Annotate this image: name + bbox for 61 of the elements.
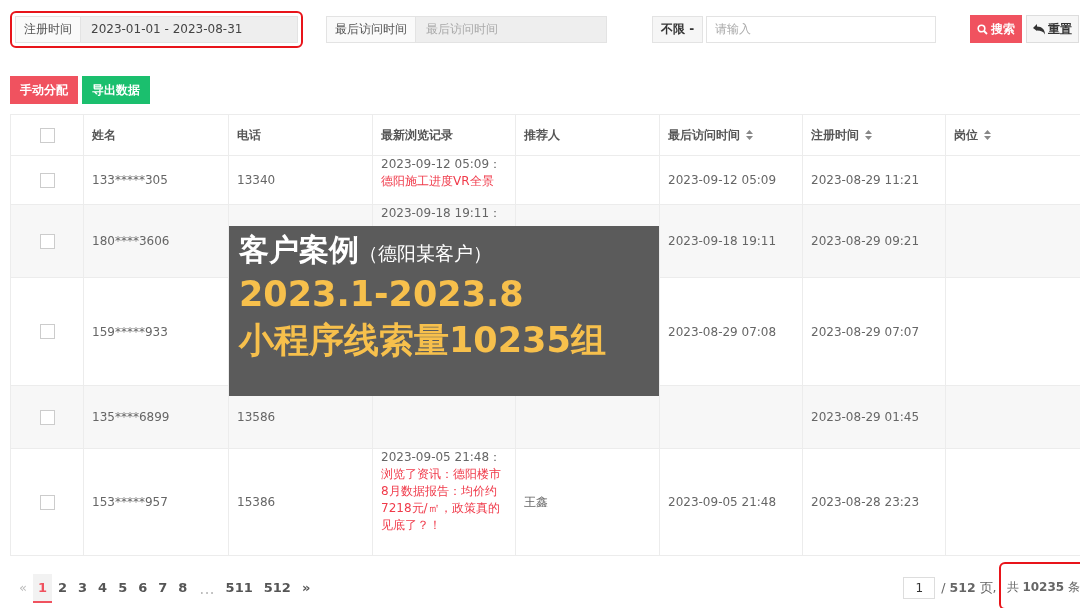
history-link[interactable]: 浏览了资讯：德阳楼市8月数据报告：均价约7218元/㎡，政策真的见底了？！ [381, 466, 507, 534]
undo-arrow-icon [1033, 23, 1046, 35]
table-cell: 2023-08-29 07:08 [668, 324, 777, 339]
row-checkbox[interactable] [39, 233, 55, 249]
column-header[interactable]: 注册时间 [811, 126, 872, 144]
page-number-field[interactable]: 1 [903, 577, 936, 599]
column-header[interactable]: 岗位 [954, 126, 991, 144]
page-button[interactable]: 5 [113, 573, 133, 603]
select-all-checkbox[interactable] [39, 127, 55, 143]
history-link[interactable]: 德阳施工进度VR全景 [381, 173, 507, 190]
column-header: 姓名 [92, 126, 116, 144]
table-cell: 180****3606 [92, 234, 170, 248]
table-cell: 133*****305 [92, 173, 168, 187]
search-field[interactable]: 请输入 [706, 15, 937, 43]
table-cell: 2023-09-12 05:09 [668, 173, 777, 187]
page-button[interactable]: 3 [73, 573, 93, 603]
column-header: 最新浏览记录 [381, 126, 453, 144]
search-icon [977, 23, 989, 35]
next-page-button[interactable]: » [296, 573, 316, 603]
row-checkbox[interactable] [39, 324, 55, 339]
table-cell: 153*****957 [92, 495, 168, 509]
sort-icon [746, 130, 753, 140]
page-button[interactable]: 512 [258, 573, 296, 603]
promo-headline: 小程序线索量10235组 [239, 319, 607, 362]
table-cell: 2023-08-29 01:45 [811, 410, 920, 424]
table-cell: 2023-09-18 19:11 [668, 234, 777, 248]
row-checkbox[interactable] [39, 172, 55, 188]
sort-icon [865, 130, 872, 140]
column-header: 推荐人 [524, 126, 560, 144]
page-button[interactable]: 8 [173, 573, 193, 603]
table-cell: 159*****933 [92, 324, 168, 339]
table-cell: 2023-09-12 05:09： [381, 157, 502, 171]
table-cell: 2023-08-29 11:21 [811, 173, 920, 187]
table-cell: 13340 [237, 173, 276, 187]
table-cell: 2023-08-29 07:07 [811, 324, 920, 339]
sort-icon [984, 130, 991, 140]
page-button[interactable]: 6 [133, 573, 153, 603]
table-cell: 2023-09-05 21:48 [668, 495, 777, 509]
page-count: / 512 页, [941, 579, 997, 597]
page-button[interactable]: 4 [93, 573, 113, 603]
page-button[interactable]: 2 [53, 573, 73, 603]
reset-button[interactable]: 重置 [1026, 15, 1080, 43]
table-cell: 15386 [237, 495, 276, 509]
column-header: 电话 [237, 126, 261, 144]
table-cell: 2023-09-18 19:11： [381, 206, 502, 220]
page-ellipsis: ... [199, 578, 215, 598]
table-cell: 2023-08-28 23:23 [811, 495, 920, 509]
row-checkbox[interactable] [39, 409, 55, 425]
total-count: 共 10235 条 [1006, 580, 1080, 594]
row-checkbox[interactable] [39, 494, 55, 510]
page-button[interactable]: 511 [220, 573, 258, 603]
table-cell: 王鑫 [524, 494, 548, 509]
promo-headline: 2023.1-2023.8 [239, 273, 525, 316]
table-cell: 135****6899 [92, 410, 170, 424]
page-button[interactable]: 7 [153, 573, 173, 603]
table-cell: 2023-09-05 21:48： [381, 450, 502, 464]
table-cell: 2023-08-29 09:21 [811, 234, 920, 248]
promo-subtitle: （德阳某客户） [359, 241, 492, 266]
promo-title: 客户案例 [239, 231, 359, 269]
table-cell: 13586 [237, 410, 276, 424]
scope-dropdown[interactable]: 不限 - [652, 15, 704, 43]
